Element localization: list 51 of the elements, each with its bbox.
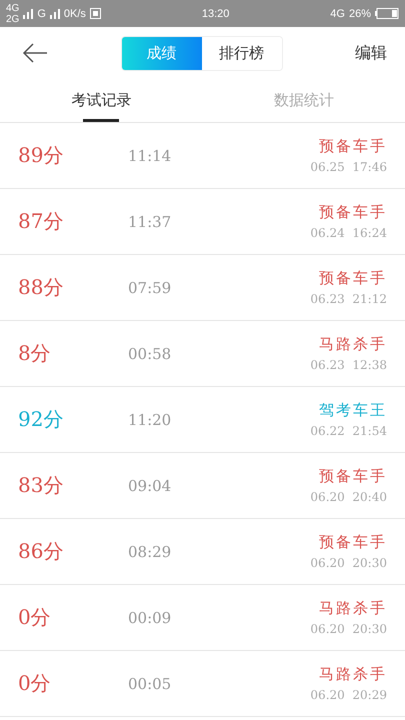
score: 0分	[18, 604, 52, 631]
duration: 11:20	[128, 410, 172, 428]
network-label: 2G	[6, 14, 20, 24]
battery-label: 26%	[348, 8, 372, 20]
exam-date: 06.20 20:30	[310, 622, 387, 636]
rank-title: 预备车手	[319, 533, 387, 552]
rank-title: 马路杀手	[319, 665, 387, 684]
rank-title: 预备车手	[319, 269, 387, 288]
network-label: 4G	[330, 8, 345, 20]
rank-title: 马路杀手	[319, 335, 387, 354]
exam-date: 06.24 16:24	[310, 226, 387, 240]
rank-title: 驾考车王	[319, 401, 387, 420]
duration: 00:09	[128, 608, 172, 626]
score: 89分	[18, 142, 64, 169]
exam-date: 06.20 20:29	[310, 688, 387, 702]
score: 87分	[18, 208, 64, 235]
rank-title: 预备车手	[319, 203, 387, 222]
duration: 07:59	[128, 278, 172, 296]
duration: 08:29	[128, 542, 172, 560]
score: 92分	[18, 406, 64, 433]
duration: 00:05	[128, 674, 172, 692]
rank-title: 预备车手	[319, 137, 387, 156]
duration: 00:58	[128, 344, 172, 362]
tab[interactable]: 考试记录	[69, 79, 134, 122]
back-icon[interactable]	[22, 43, 48, 63]
signal-icon	[23, 8, 34, 18]
network-label: 4G	[6, 2, 20, 14]
edit-button[interactable]: 编辑	[355, 42, 387, 64]
network-label: G	[37, 8, 46, 20]
rank-title: 马路杀手	[319, 599, 387, 618]
rank-title: 预备车手	[319, 467, 387, 486]
battery-icon	[375, 8, 400, 19]
score: 86分	[18, 538, 64, 565]
speed-label: 0K/s	[64, 8, 86, 20]
duration: 09:04	[128, 476, 172, 494]
exam-date: 06.20 20:40	[310, 490, 387, 504]
exam-date: 06.22 21:54	[310, 424, 387, 438]
exam-date: 06.20 20:30	[310, 556, 387, 570]
duration: 11:37	[128, 212, 172, 230]
exam-date: 06.25 17:46	[310, 160, 387, 174]
score: 83分	[18, 472, 64, 499]
exam-date: 06.23 12:38	[310, 358, 387, 372]
duration: 11:14	[128, 146, 172, 164]
clock: 13:20	[202, 8, 230, 20]
score: 88分	[18, 274, 64, 301]
exam-date: 06.23 21:12	[310, 292, 387, 306]
score: 0分	[18, 670, 52, 697]
signal-icon	[50, 8, 60, 18]
score: 8分	[18, 340, 52, 367]
tab-indicator	[83, 119, 120, 122]
notification-icon	[90, 8, 101, 19]
